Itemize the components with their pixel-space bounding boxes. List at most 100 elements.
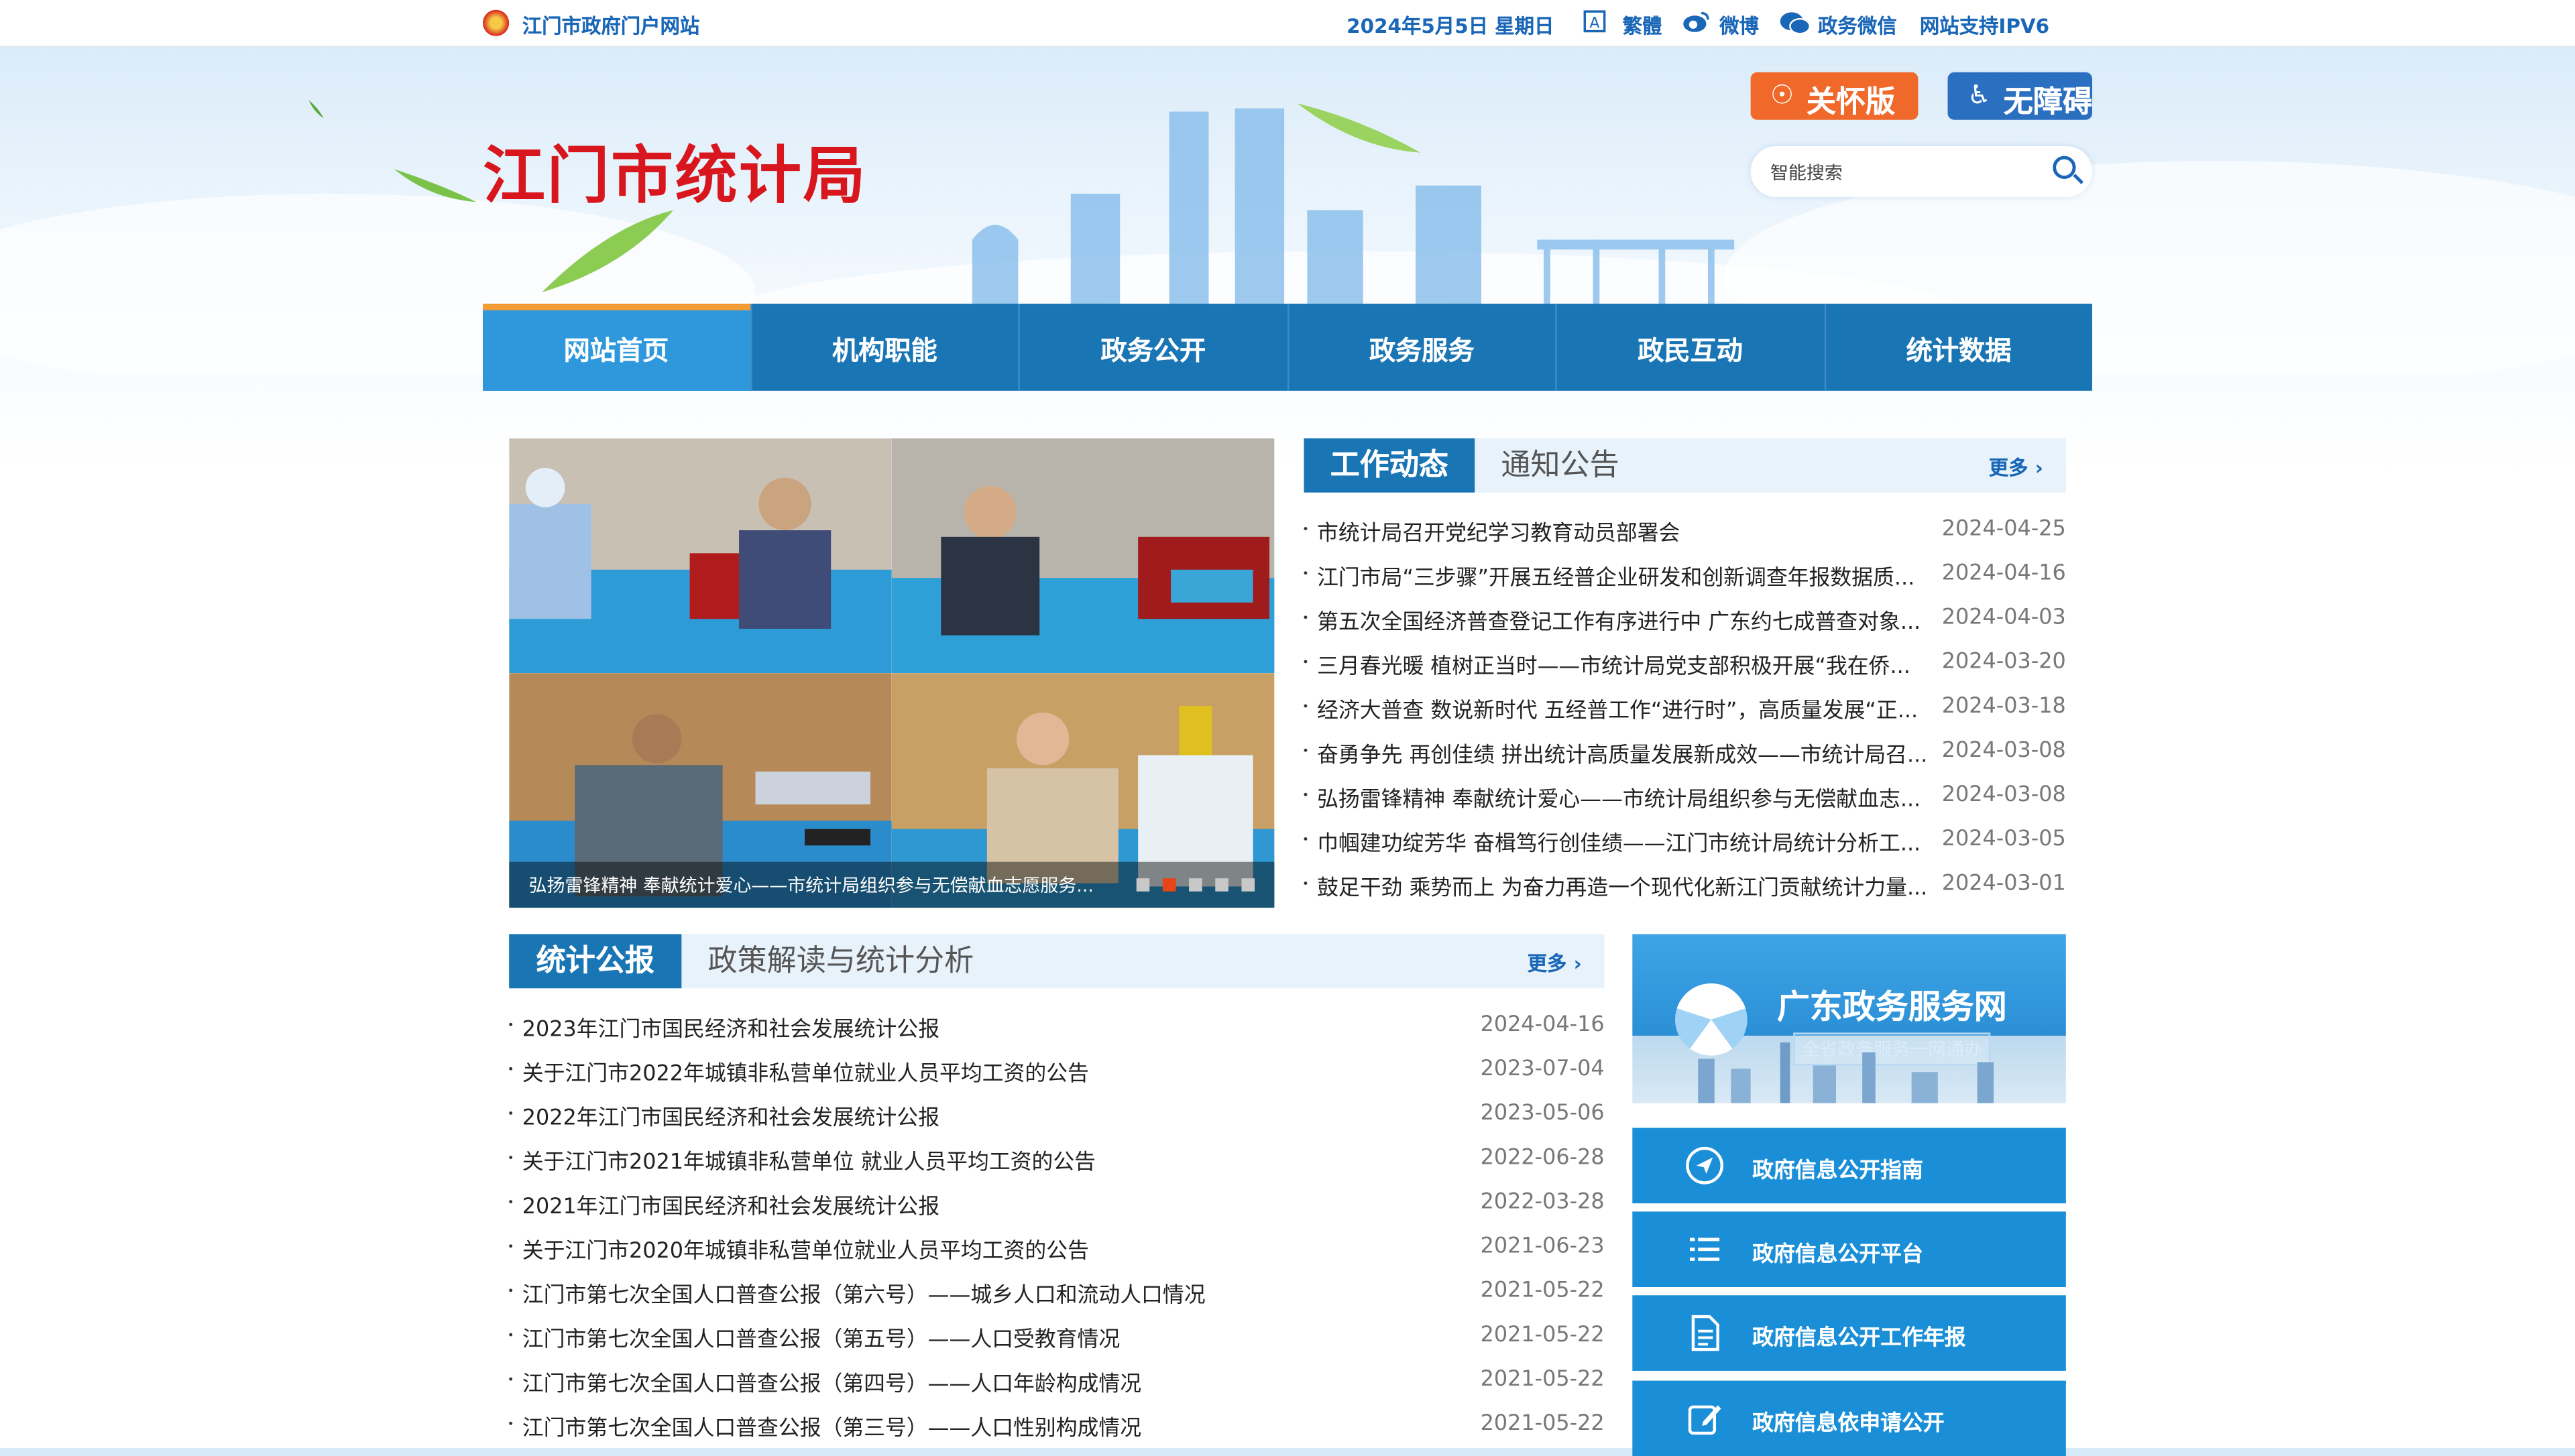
list-item-title[interactable]: 鼓足干劲 乘势而上 为奋力再造一个现代化新江门贡献统计力量... xyxy=(1317,870,1927,902)
gd-gov-service-banner[interactable]: 广东政务服务网 全省政务服务一网通办 xyxy=(1632,934,2066,1103)
list-item-date: 2024-04-16 xyxy=(1480,1013,1605,1038)
list-item[interactable]: 2022年江门市国民经济和社会发展统计公报 2023-05-06 xyxy=(509,1092,1605,1136)
bullet-dot xyxy=(1304,571,1308,575)
list-item-title[interactable]: 市统计局召开党纪学习教育动员部署会 xyxy=(1317,515,1680,547)
list-item-title[interactable]: 关于江门市2020年城镇非私营单位就业人员平均工资的公告 xyxy=(522,1233,1089,1264)
list-item-title[interactable]: 三月春光暖 植树正当时——市统计局党支部积极开展“我在侨... xyxy=(1317,648,1910,680)
bullet-dot xyxy=(509,1421,513,1425)
list-item-date: 2022-06-28 xyxy=(1480,1146,1605,1171)
bullet-dot xyxy=(1304,615,1308,619)
service-apply-disclosure[interactable]: 政府信息依申请公开 xyxy=(1632,1380,2066,1456)
list-item[interactable]: 三月春光暖 植树正当时——市统计局党支部积极开展“我在侨... 2024-03-2… xyxy=(1304,640,2066,684)
list-item-date: 2024-04-03 xyxy=(1941,605,2066,631)
list-item-title[interactable]: 江门市第七次全国人口普查公报（第四号）——人口年龄构成情况 xyxy=(522,1366,1141,1397)
wechat-icon[interactable] xyxy=(1778,10,1811,36)
list-item[interactable]: 2023年江门市国民经济和社会发展统计公报 2024-04-16 xyxy=(509,1003,1605,1047)
list-item-title[interactable]: 2022年江门市国民经济和社会发展统计公报 xyxy=(522,1100,939,1132)
weibo-icon[interactable] xyxy=(1682,10,1709,36)
list-item[interactable]: 江门市第七次全国人口普查公报（第三号）——人口性别构成情况 2021-05-22 xyxy=(509,1402,1605,1446)
list-item[interactable]: 江门市第七次全国人口普查公报（第五号）——人口受教育情况 2021-05-22 xyxy=(509,1313,1605,1357)
bullet-dot xyxy=(1304,660,1308,664)
list-item-title[interactable]: 经济大普查 数说新时代 五经普工作“进行时”，高质量发展“正... xyxy=(1317,692,1918,724)
list-item-date: 2024-03-08 xyxy=(1941,739,2066,764)
bullet-dot xyxy=(509,1067,513,1071)
nav-statistics[interactable]: 统计数据 xyxy=(1825,304,2092,391)
tab-policy[interactable]: 政策解读与统计分析 xyxy=(708,934,974,988)
bulletin-list: 2023年江门市国民经济和社会发展统计公报 2024-04-16 关于江门市2022… xyxy=(509,1003,1605,1446)
traditional-icon[interactable]: A xyxy=(1581,10,1607,36)
list-item[interactable]: 2021年江门市国民经济和社会发展统计公报 2022-03-28 xyxy=(509,1180,1605,1225)
accessibility-button[interactable]: ♿ 无障碍 xyxy=(1947,72,2093,120)
bullet-dot xyxy=(1304,748,1308,752)
document-icon xyxy=(1685,1313,1725,1353)
list-item[interactable]: 市统计局召开党纪学习教育动员部署会 2024-04-25 xyxy=(1304,507,2066,552)
list-item-title[interactable]: 弘扬雷锋精神 奉献统计爱心——市统计局组织参与无偿献血志... xyxy=(1317,782,1921,813)
nav-gov-service[interactable]: 政务服务 xyxy=(1288,304,1557,391)
banner-title: 广东政务服务网 xyxy=(1776,986,2007,1026)
service-annual-report[interactable]: 政府信息公开工作年报 xyxy=(1632,1295,2066,1371)
list-item[interactable]: 江门市第七次全国人口普查公报（第四号）——人口年龄构成情况 2021-05-22 xyxy=(509,1357,1605,1402)
portal-link[interactable]: 江门市政府门户网站 xyxy=(522,11,700,40)
list-item-date: 2023-07-04 xyxy=(1480,1057,1605,1082)
list-item-date: 2021-05-22 xyxy=(1480,1368,1605,1392)
tab-work-news[interactable]: 工作动态 xyxy=(1304,438,1475,493)
service-info-guide[interactable]: 政府信息公开指南 xyxy=(1632,1128,2066,1204)
tab-notices[interactable]: 通知公告 xyxy=(1501,438,1619,493)
carousel-dot[interactable] xyxy=(1215,878,1228,892)
list-item-date: 2024-03-01 xyxy=(1941,871,2066,897)
carousel-dot[interactable] xyxy=(1189,878,1202,892)
news-more-link[interactable]: 更多 › xyxy=(1989,453,2043,481)
list-item-title[interactable]: 江门市局“三步骤”开展五经普企业研发和创新调查年报数据质... xyxy=(1317,560,1914,591)
carousel-dot[interactable] xyxy=(1136,878,1150,892)
nav-functions[interactable]: 机构职能 xyxy=(751,304,1020,391)
list-item-title[interactable]: 2023年江门市国民经济和社会发展统计公报 xyxy=(522,1012,939,1042)
list-item-title[interactable]: 巾帼建功绽芳华 奋楫笃行创佳绩——江门市统计局统计分析工... xyxy=(1317,826,1921,857)
weibo-link[interactable]: 微博 xyxy=(1719,11,1759,40)
traditional-link[interactable]: 繁體 xyxy=(1623,11,1662,40)
list-item-title[interactable]: 关于江门市2021年城镇非私营单位 就业人员平均工资的公告 xyxy=(522,1144,1096,1176)
list-item[interactable]: 奋勇争先 再创佳绩 拼出统计高质量发展新成效——市统计局召... 2024-03-… xyxy=(1304,729,2066,773)
svg-text:A: A xyxy=(1589,15,1599,32)
list-item[interactable]: 第五次全国经济普查登记工作有序进行中 广东约七成普查对象... 2024-04-0… xyxy=(1304,596,2066,640)
list-item[interactable]: 关于江门市2020年城镇非私营单位就业人员平均工资的公告 2021-06-23 xyxy=(509,1225,1605,1269)
list-item-date: 2024-04-25 xyxy=(1941,517,2066,542)
list-item-title[interactable]: 江门市第七次全国人口普查公报（第五号）——人口受教育情况 xyxy=(522,1321,1120,1353)
list-item-title[interactable]: 江门市第七次全国人口普查公报（第三号）——人口性别构成情况 xyxy=(522,1410,1141,1441)
list-item[interactable]: 江门市局“三步骤”开展五经普企业研发和创新调查年报数据质... 2024-04-1… xyxy=(1304,552,2066,596)
list-item[interactable]: 鼓足干劲 乘势而上 为奋力再造一个现代化新江门贡献统计力量... 2024-03-… xyxy=(1304,862,2066,906)
list-item-title[interactable]: 2021年江门市国民经济和社会发展统计公报 xyxy=(522,1189,939,1220)
list-item[interactable]: 关于江门市2022年城镇非私营单位就业人员平均工资的公告 2023-07-04 xyxy=(509,1047,1605,1091)
list-item[interactable]: 经济大普查 数说新时代 五经普工作“进行时”，高质量发展“正... 2024-03… xyxy=(1304,684,2066,729)
nav-home[interactable]: 网站首页 xyxy=(483,304,752,391)
list-item-title[interactable]: 第五次全国经济普查登记工作有序进行中 广东约七成普查对象... xyxy=(1317,604,1921,635)
carousel-caption[interactable]: 弘扬雷锋精神 奉献统计爱心——市统计局组织参与无偿献血志愿服务... xyxy=(529,871,1094,898)
nav-interaction[interactable]: 政民互动 xyxy=(1557,304,1826,391)
wechat-link[interactable]: 政务微信 xyxy=(1818,11,1897,40)
news-carousel[interactable]: 弘扬雷锋精神 奉献统计爱心——市统计局组织参与无偿献血志愿服务... xyxy=(509,438,1275,908)
tab-bulletin[interactable]: 统计公报 xyxy=(509,934,682,989)
site-title[interactable]: 江门市统计局 xyxy=(483,125,867,215)
bullet-dot xyxy=(509,1111,513,1115)
list-item[interactable]: 关于江门市2021年城镇非私营单位 就业人员平均工资的公告 2022-06-28 xyxy=(509,1136,1605,1180)
current-date: 2024年5月5日 星期日 xyxy=(1347,15,1554,38)
list-item-title[interactable]: 奋勇争先 再创佳绩 拼出统计高质量发展新成效——市统计局召... xyxy=(1317,737,1927,768)
list-item[interactable]: 巾帼建功绽芳华 奋楫笃行创佳绩——江门市统计局统计分析工... 2024-03-0… xyxy=(1304,818,2066,862)
bullet-dot xyxy=(1304,527,1308,531)
bulletin-tab-header: 统计公报 政策解读与统计分析 更多 › xyxy=(509,934,1605,989)
bullet-dot xyxy=(1304,882,1308,886)
list-item-date: 2024-04-16 xyxy=(1941,561,2066,587)
carousel-dot[interactable] xyxy=(1241,878,1255,892)
bulletin-more-link[interactable]: 更多 › xyxy=(1528,949,1582,977)
list-item[interactable]: 弘扬雷锋精神 奉献统计爱心——市统计局组织参与无偿献血志... 2024-03-0… xyxy=(1304,773,2066,817)
care-mode-button[interactable]: ☉ 关怀版 xyxy=(1750,72,1919,120)
bullet-dot xyxy=(1304,792,1308,796)
search-icon[interactable] xyxy=(2053,156,2076,179)
list-item-title[interactable]: 江门市第七次全国人口普查公报（第六号）——城乡人口和流动人口情况 xyxy=(522,1277,1206,1309)
carousel-photo xyxy=(891,438,1275,674)
search-input[interactable] xyxy=(1767,154,2037,191)
list-item-title[interactable]: 关于江门市2022年城镇非私营单位就业人员平均工资的公告 xyxy=(522,1056,1089,1087)
nav-gov-open[interactable]: 政务公开 xyxy=(1020,304,1289,391)
service-info-platform[interactable]: 政府信息公开平台 xyxy=(1632,1211,2066,1288)
carousel-dot-active[interactable] xyxy=(1162,878,1176,892)
list-item[interactable]: 江门市第七次全国人口普查公报（第六号）——城乡人口和流动人口情况 2021-05-… xyxy=(509,1269,1605,1313)
